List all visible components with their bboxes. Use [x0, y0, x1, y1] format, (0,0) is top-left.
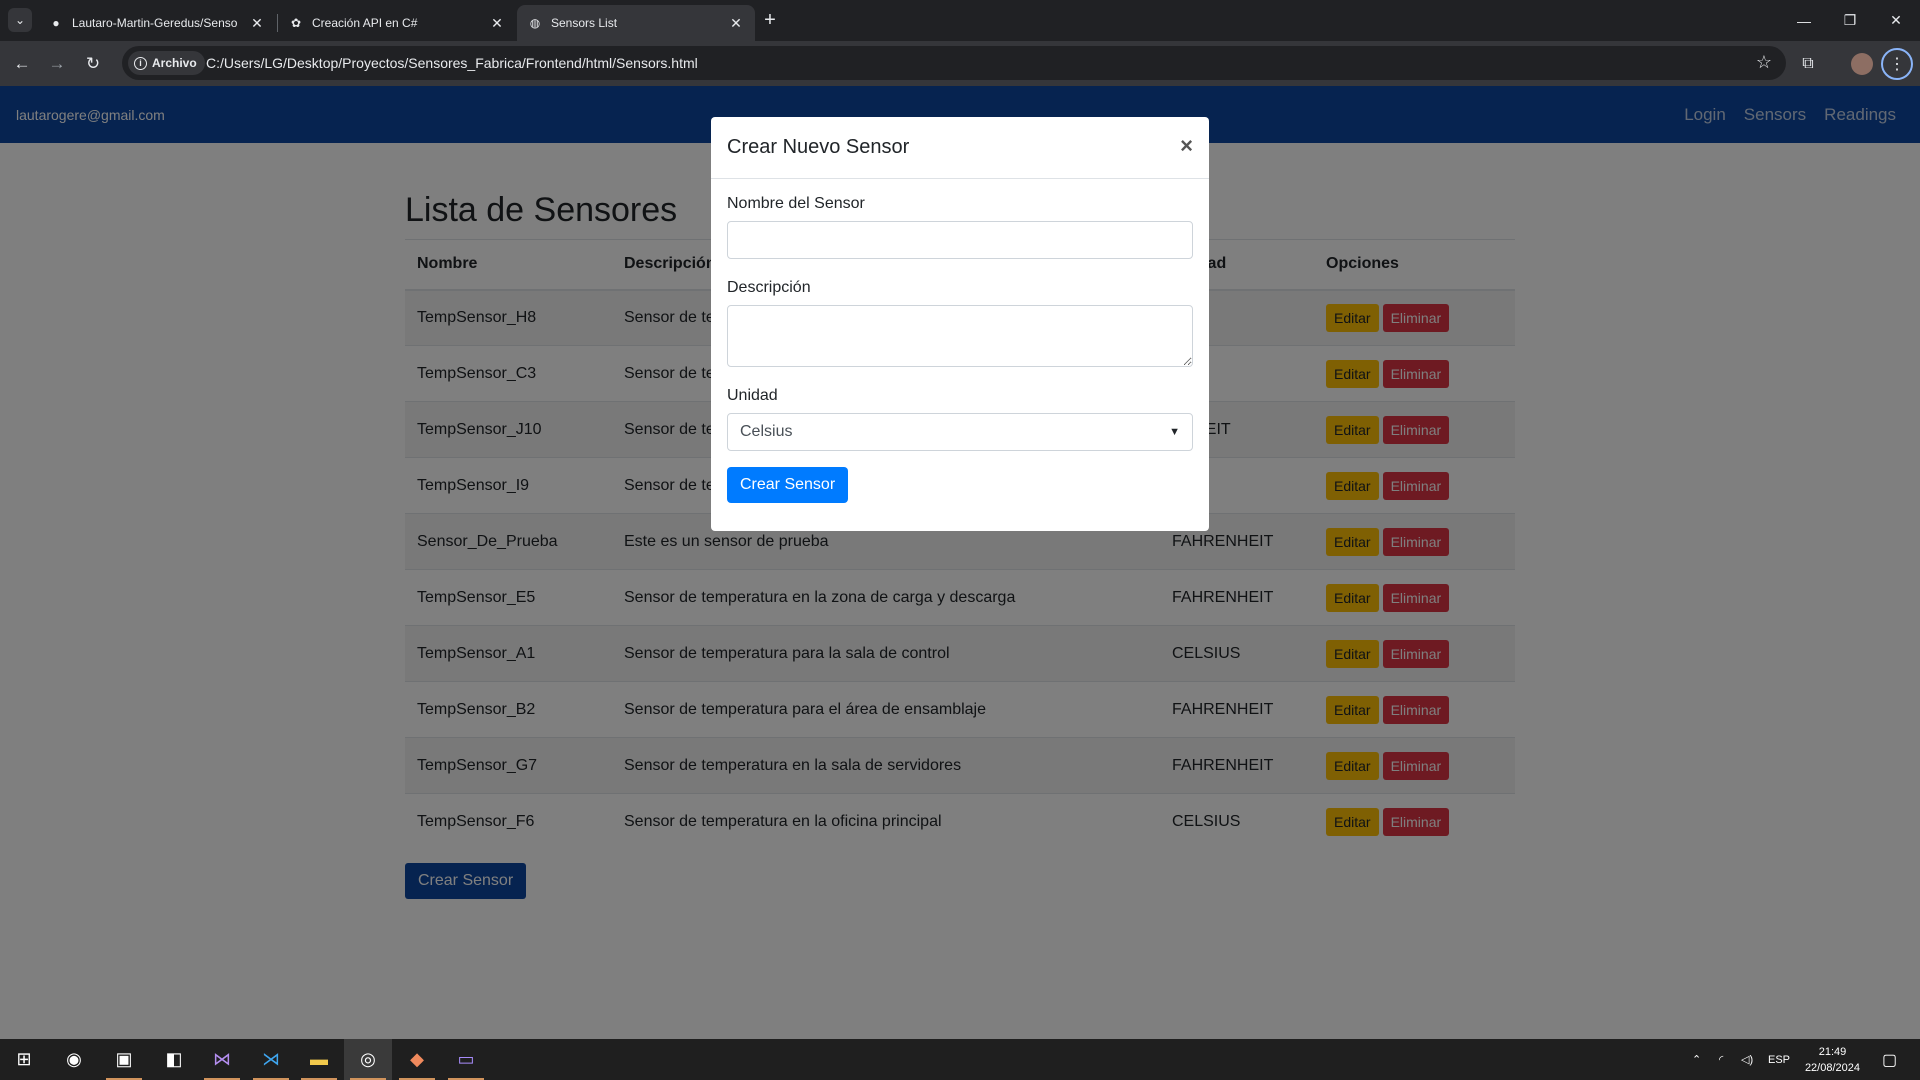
minimize-button[interactable]: —: [1781, 0, 1827, 41]
browser-toolbar: ← → ↻ i Archivo C:/Users/LG/Desktop/Proy…: [0, 41, 1920, 86]
pycharm-icon[interactable]: ▣: [100, 1039, 148, 1080]
forward-arrow-icon[interactable]: →: [43, 50, 71, 78]
git-icon[interactable]: ◆: [393, 1039, 441, 1080]
modal-title: Crear Nuevo Sensor: [727, 136, 910, 158]
restore-button[interactable]: ❐: [1827, 0, 1873, 41]
close-icon[interactable]: ×: [1180, 133, 1193, 159]
site-info-chip[interactable]: i Archivo: [128, 51, 205, 75]
menu-kebab-icon[interactable]: ⋮: [1881, 48, 1913, 80]
tab-sensors-list[interactable]: ◍ Sensors List ✕: [517, 5, 755, 41]
unit-select[interactable]: Celsius ▼: [727, 413, 1193, 451]
tab-chatgpt[interactable]: ✿ Creación API en C# ✕: [278, 5, 516, 41]
vscode-icon[interactable]: ⋊: [247, 1039, 295, 1080]
extensions-icon[interactable]: ⧉: [1794, 50, 1822, 78]
close-icon[interactable]: ✕: [248, 15, 266, 32]
intellij-icon[interactable]: ◧: [150, 1039, 198, 1080]
new-tab-button[interactable]: +: [758, 8, 782, 32]
window-close-button[interactable]: ✕: [1873, 0, 1919, 41]
modal-body: Nombre del Sensor Descripción Unidad Cel…: [711, 179, 1209, 519]
tray-chevron-up-icon[interactable]: ⌃: [1692, 1039, 1701, 1080]
volume-icon[interactable]: ◁): [1741, 1039, 1753, 1080]
tab-github[interactable]: ● Lautaro-Martin-Geredus/Senso ✕: [38, 5, 276, 41]
unit-selected-value: Celsius: [740, 423, 793, 440]
obs-icon[interactable]: ◉: [50, 1039, 98, 1080]
description-textarea[interactable]: [727, 305, 1193, 367]
network-icon[interactable]: ◜: [1719, 1039, 1723, 1080]
create-sensor-modal: Crear Nuevo Sensor × Nombre del Sensor D…: [711, 117, 1209, 531]
submit-create-sensor-button[interactable]: Crear Sensor: [727, 467, 849, 503]
tab-title: Lautaro-Martin-Geredus/Senso: [72, 16, 238, 30]
address-bar[interactable]: i Archivo C:/Users/LG/Desktop/Proyectos/…: [122, 46, 1786, 80]
notifications-icon[interactable]: ▢: [1882, 1039, 1897, 1080]
tab-title: Creación API en C#: [312, 16, 418, 30]
sensor-name-label: Nombre del Sensor: [727, 195, 865, 212]
modal-header: Crear Nuevo Sensor ×: [711, 117, 1209, 179]
profile-avatar[interactable]: [1851, 53, 1873, 75]
tab-title: Sensors List: [551, 16, 618, 30]
close-icon[interactable]: ✕: [727, 15, 745, 32]
bookmark-star-icon[interactable]: ☆: [1756, 52, 1772, 73]
chevron-down-icon: ▼: [1169, 426, 1180, 438]
clock[interactable]: 21:49 22/08/2024: [1805, 1044, 1860, 1076]
windows-taskbar: ⊞ ◉ ▣ ◧ ⋈ ⋊ ▬ ◎ ◆ ▭ ⌃ ◜ ◁) ESP 21:49 22/…: [0, 1039, 1920, 1080]
description-label: Descripción: [727, 279, 811, 296]
chip-label: Archivo: [152, 56, 197, 70]
close-icon[interactable]: ✕: [488, 15, 506, 32]
info-icon: i: [134, 56, 147, 70]
clock-time: 21:49: [1818, 1046, 1847, 1058]
clock-date: 22/08/2024: [1804, 1062, 1860, 1074]
language-indicator[interactable]: ESP: [1768, 1039, 1790, 1080]
unit-label: Unidad: [727, 387, 778, 404]
browser-tab-bar: ⌄ ● Lautaro-Martin-Geredus/Senso ✕ ✿ Cre…: [0, 0, 1920, 41]
visual-studio-icon[interactable]: ⋈: [198, 1039, 246, 1080]
windows-start-icon[interactable]: ⊞: [0, 1039, 48, 1080]
openai-icon: ✿: [290, 16, 302, 30]
sensor-name-input[interactable]: [727, 221, 1193, 259]
chrome-icon[interactable]: ◎: [344, 1039, 392, 1080]
reload-icon[interactable]: ↻: [79, 50, 107, 78]
back-arrow-icon[interactable]: ←: [8, 50, 36, 78]
globe-icon: ◍: [529, 16, 541, 30]
github-icon: ●: [52, 16, 60, 30]
file-explorer-icon[interactable]: ▬: [295, 1039, 343, 1080]
terminal-icon[interactable]: ▭: [442, 1039, 490, 1080]
url-text[interactable]: C:/Users/LG/Desktop/Proyectos/Sensores_F…: [206, 55, 698, 71]
tab-search-button[interactable]: ⌄: [8, 8, 32, 32]
